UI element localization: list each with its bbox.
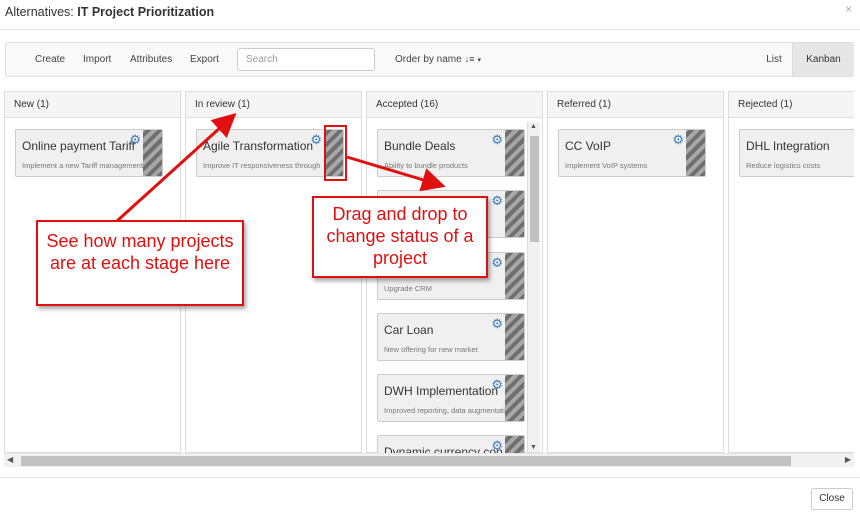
project-card[interactable]: Car Loan New offering for new market ⚙: [377, 313, 525, 361]
callout-drag-drop: Drag and drop to change status of a proj…: [312, 196, 488, 278]
order-by-dropdown[interactable]: Order by name ↓≡ ▾: [395, 43, 481, 76]
card-title: Dynamic currency con: [384, 445, 503, 453]
card-title: Agile Transformation: [203, 139, 314, 153]
column-rejected: Rejected (1) DHL Integration Reduce logi…: [728, 91, 854, 453]
gear-icon[interactable]: ⚙: [491, 378, 503, 391]
gear-icon[interactable]: ⚙: [310, 133, 322, 146]
drag-handle[interactable]: [505, 375, 524, 421]
gear-icon[interactable]: ⚙: [491, 256, 503, 269]
kanban-view-button[interactable]: Kanban: [792, 43, 854, 76]
card-description: Upgrade CRM: [384, 284, 432, 293]
card-description: Implement VoIP systems: [565, 161, 648, 170]
project-card[interactable]: Bundle Deals Ability to bundle products …: [377, 129, 525, 177]
project-card[interactable]: CC VoIP Implement VoIP systems ⚙: [558, 129, 706, 177]
drag-handle[interactable]: [505, 191, 524, 237]
drag-handle[interactable]: [143, 130, 162, 176]
scroll-up-icon[interactable]: ▲: [530, 123, 537, 130]
gear-icon[interactable]: ⚙: [491, 194, 503, 207]
search-input[interactable]: [237, 48, 375, 71]
gear-icon[interactable]: ⚙: [491, 317, 503, 330]
project-card[interactable]: DWH Implementation Improved reporting, d…: [377, 374, 525, 422]
dialog-titlebar: Alternatives: IT Project Prioritization …: [0, 0, 860, 30]
dialog-title: Alternatives: IT Project Prioritization: [5, 5, 214, 19]
gear-icon[interactable]: ⚙: [129, 133, 141, 146]
footer-divider: [0, 477, 860, 478]
card-description: Improve IT responsiveness through: [203, 161, 321, 170]
toolbar: Create Import Attributes Export Order by…: [5, 42, 854, 77]
column-header: In review (1): [186, 92, 361, 118]
drag-handle[interactable]: [505, 253, 524, 299]
dialog-title-name: IT Project Prioritization: [77, 5, 215, 19]
card-description: Ability to bundle products: [384, 161, 468, 170]
gear-icon[interactable]: ⚙: [672, 133, 684, 146]
project-card[interactable]: DHL Integration Reduce logistics costs ⚙: [739, 129, 854, 177]
chevron-down-icon: ▾: [477, 57, 481, 64]
gear-icon[interactable]: ⚙: [491, 133, 503, 146]
dialog-title-prefix: Alternatives:: [5, 5, 78, 19]
scrollbar-thumb[interactable]: [21, 456, 791, 466]
gear-icon[interactable]: ⚙: [853, 133, 854, 146]
card-title: Bundle Deals: [384, 139, 456, 153]
card-description: Implement a new Tariff management: [22, 161, 144, 170]
card-title: DHL Integration: [746, 139, 830, 153]
export-button[interactable]: Export: [190, 43, 219, 76]
project-card[interactable]: Dynamic currency con ⚙: [377, 435, 525, 453]
list-view-button[interactable]: List: [758, 43, 790, 76]
create-button[interactable]: Create: [35, 43, 65, 76]
card-title: DWH Implementation: [384, 384, 499, 398]
column-header: Accepted (16): [367, 92, 542, 118]
drag-handle[interactable]: [505, 314, 524, 360]
card-title: Online payment Tariff: [22, 139, 135, 153]
drag-handle-highlight: [324, 125, 347, 181]
project-card[interactable]: Online payment Tariff Implement a new Ta…: [15, 129, 163, 177]
column-referred: Referred (1) CC VoIP Implement VoIP syst…: [547, 91, 724, 453]
sort-icon: ↓≡: [464, 54, 475, 64]
scroll-left-icon[interactable]: ◀: [7, 455, 13, 464]
card-title: CC VoIP: [565, 139, 612, 153]
drag-handle[interactable]: [505, 130, 524, 176]
scrollbar-thumb[interactable]: [530, 136, 539, 242]
drag-handle[interactable]: [686, 130, 705, 176]
scroll-right-icon[interactable]: ▶: [845, 455, 851, 464]
card-title: Car Loan: [384, 323, 434, 337]
card-description: Reduce logistics costs: [746, 161, 821, 170]
accepted-column-scrollbar[interactable]: ▲ ▼: [527, 122, 540, 452]
board-horizontal-scrollbar[interactable]: ◀ ▶: [4, 453, 854, 467]
column-header: Rejected (1): [729, 92, 854, 118]
gear-icon[interactable]: ⚙: [491, 439, 503, 452]
callout-stage-counts: See how many projects are at each stage …: [36, 220, 244, 306]
scroll-down-icon[interactable]: ▼: [530, 444, 537, 451]
order-by-label: Order by name: [395, 54, 462, 65]
column-header: Referred (1): [548, 92, 723, 118]
project-card[interactable]: Agile Transformation Improve IT responsi…: [196, 129, 344, 177]
close-button[interactable]: Close: [811, 488, 853, 510]
drag-handle[interactable]: [505, 436, 524, 453]
import-button[interactable]: Import: [83, 43, 111, 76]
card-description: Improved reporting, data augmentation: [384, 406, 514, 415]
close-icon[interactable]: ×: [845, 2, 852, 16]
card-description: New offering for new market: [384, 345, 478, 354]
attributes-button[interactable]: Attributes: [130, 43, 172, 76]
column-header: New (1): [5, 92, 180, 118]
